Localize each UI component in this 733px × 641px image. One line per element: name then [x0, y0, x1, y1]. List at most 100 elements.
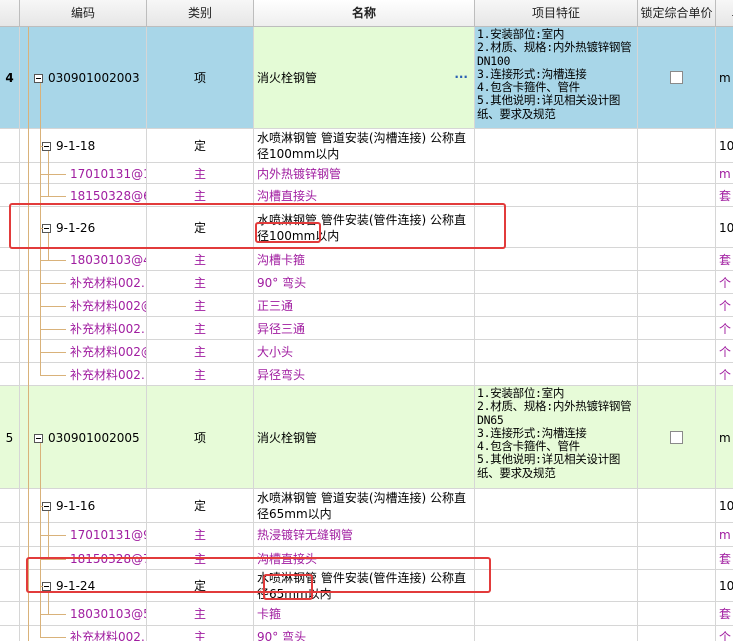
collapse-toggle-icon[interactable]: [42, 582, 51, 591]
collapse-toggle-icon[interactable]: [42, 223, 51, 233]
table-row[interactable]: 9-1-18 定水喷淋钢管 管道安装(沟槽连接) 公称直径100mm以内 10m: [0, 129, 733, 163]
code-text: 18030103@4: [70, 252, 147, 267]
name-text: 水喷淋钢管 管道安装(沟槽连接) 公称直径100mm以内: [257, 131, 466, 161]
lock-price-checkbox[interactable]: [670, 430, 683, 444]
row-number: [0, 570, 20, 602]
collapse-toggle-icon[interactable]: [34, 433, 43, 443]
collapse-toggle-icon[interactable]: [42, 142, 51, 151]
more-options-icon[interactable]: ···: [454, 69, 468, 85]
tree-connector: [40, 328, 66, 330]
row-number: 5: [0, 386, 20, 489]
row-number: [0, 294, 20, 317]
tree-connector: [40, 374, 66, 376]
name-cell[interactable]: 大小头: [254, 340, 475, 363]
name-cell[interactable]: 异径弯头: [254, 363, 475, 386]
name-text: 卡箍: [257, 607, 282, 621]
table-row[interactable]: 5 030901002005 项消火栓钢管 1.安装部位:室内 2.材质、规格:内外热…: [0, 386, 733, 489]
tree-connector: [48, 614, 66, 615]
lock-price-cell: [638, 363, 716, 386]
name-text: 正三通: [257, 298, 294, 313]
name-cell[interactable]: 正三通: [254, 294, 475, 317]
type-cell: 主: [147, 248, 254, 271]
lock-price-cell: [638, 602, 716, 626]
table-row[interactable]: 18030103@4 主沟槽卡箍 套: [0, 248, 733, 271]
tree-connector: [48, 558, 66, 560]
lock-price-checkbox[interactable]: [670, 71, 683, 84]
column-header-code[interactable]: 编码: [20, 0, 147, 27]
name-text: 内外热镀锌钢管: [257, 166, 342, 181]
code-text: 补充材料002@6: [70, 344, 146, 359]
name-cell[interactable]: 消火栓钢管 ···: [254, 27, 475, 129]
table-row[interactable]: 补充材料002… 主异径弯头 个: [0, 363, 733, 386]
tree-connector: [40, 637, 66, 638]
tree-connector: [40, 227, 43, 229]
column-header-rownum[interactable]: [0, 0, 20, 27]
type-cell: 项: [147, 386, 254, 489]
name-cell[interactable]: 沟槽卡箍: [254, 248, 475, 271]
name-cell[interactable]: 卡箍: [254, 602, 475, 626]
table-row[interactable]: 18150328@7 主沟槽直接头 套: [0, 547, 733, 570]
unit-cell: 套: [716, 602, 733, 626]
table-row[interactable]: 17010131@9 主热浸镀锌无缝钢管 m: [0, 523, 733, 547]
unit-cell: 个: [716, 626, 733, 641]
name-cell[interactable]: 水喷淋钢管 管件安装(管件连接) 公称直径65mm以内: [254, 570, 475, 602]
name-cell[interactable]: 沟槽直接头: [254, 184, 475, 207]
table-row[interactable]: 补充材料002… 主异径三通 个: [0, 317, 733, 340]
feature-cell: [475, 184, 638, 207]
column-header-name[interactable]: 名称: [254, 0, 475, 27]
lock-price-cell: [638, 626, 716, 641]
name-text: 水喷淋钢管 管件安装(管件连接) 公称直径100mm以内: [257, 212, 466, 243]
table-row[interactable]: 补充材料002… 主 90° 弯头 个: [0, 626, 733, 641]
name-cell[interactable]: 90° 弯头: [254, 626, 475, 641]
code-text: 9-1-16: [56, 499, 96, 513]
table-row[interactable]: 补充材料002@8主正三通 个: [0, 294, 733, 317]
type-cell: 主: [147, 340, 254, 363]
table-row[interactable]: 补充材料002@6主大小头 个: [0, 340, 733, 363]
table-row[interactable]: 4 030901002003 项消火栓钢管 ··· 1.安装部位:室内 2.材质、规格:…: [0, 27, 733, 129]
name-cell[interactable]: 沟槽直接头: [254, 547, 475, 570]
row-number: [0, 207, 20, 248]
collapse-toggle-icon[interactable]: [34, 74, 43, 83]
code-text: 030901002005: [48, 430, 140, 445]
name-cell[interactable]: 消火栓钢管: [254, 386, 475, 489]
code-text: 补充材料002…: [70, 630, 147, 641]
table-row[interactable]: 9-1-24 定水喷淋钢管 管件安装(管件连接) 公称直径65mm以内 10个: [0, 570, 733, 602]
code-text: 补充材料002@8: [70, 298, 146, 313]
type-cell: 定: [147, 129, 254, 163]
unit-cell: 10个: [716, 207, 733, 248]
lock-price-cell: [638, 340, 716, 363]
column-header-type[interactable]: 类别: [147, 0, 254, 27]
type-cell: 定: [147, 489, 254, 523]
feature-cell: 1.安装部位:室内 2.材质、规格:内外热镀锌钢管 DN100 3.连接形式:沟…: [475, 27, 638, 129]
type-cell: 定: [147, 570, 254, 602]
column-header-lock[interactable]: 锁定综合单价: [638, 0, 716, 27]
feature-cell: [475, 523, 638, 547]
table-row[interactable]: 9-1-26 定水喷淋钢管 管件安装(管件连接) 公称直径100mm以内 10个: [0, 207, 733, 248]
collapse-toggle-icon[interactable]: [42, 502, 51, 511]
name-cell[interactable]: 水喷淋钢管 管道安装(沟槽连接) 公称直径100mm以内: [254, 129, 475, 163]
lock-price-cell: [638, 27, 716, 129]
name-cell[interactable]: 水喷淋钢管 管道安装(沟槽连接) 公称直径65mm以内: [254, 489, 475, 523]
bill-grid: 编码类别名称项目特征锁定综合单价单4030901002003项消火栓钢管···1…: [0, 0, 733, 641]
lock-price-cell: [638, 271, 716, 294]
name-cell[interactable]: 90° 弯头: [254, 271, 475, 294]
column-header-feature[interactable]: 项目特征: [475, 0, 638, 27]
lock-price-cell: [638, 317, 716, 340]
table-row[interactable]: 9-1-16 定水喷淋钢管 管道安装(沟槽连接) 公称直径65mm以内 10m: [0, 489, 733, 523]
table-row[interactable]: 17010131@11主内外热镀锌钢管 m: [0, 163, 733, 184]
table-row[interactable]: 补充材料002… 主 90° 弯头 个: [0, 271, 733, 294]
table-row[interactable]: 18030103@5 主卡箍 套: [0, 602, 733, 626]
row-number: [0, 602, 20, 626]
lock-price-cell: [638, 489, 716, 523]
row-number: [0, 184, 20, 207]
lock-price-cell: [638, 129, 716, 163]
lock-price-cell: [638, 163, 716, 184]
tree-connector: [40, 586, 43, 587]
table-row[interactable]: 18150328@6 主沟槽直接头 套: [0, 184, 733, 207]
row-number: [0, 271, 20, 294]
column-header-unit[interactable]: 单: [716, 0, 733, 27]
name-cell[interactable]: 水喷淋钢管 管件安装(管件连接) 公称直径100mm以内: [254, 207, 475, 248]
name-cell[interactable]: 热浸镀锌无缝钢管: [254, 523, 475, 547]
name-cell[interactable]: 异径三通: [254, 317, 475, 340]
name-cell[interactable]: 内外热镀锌钢管: [254, 163, 475, 184]
